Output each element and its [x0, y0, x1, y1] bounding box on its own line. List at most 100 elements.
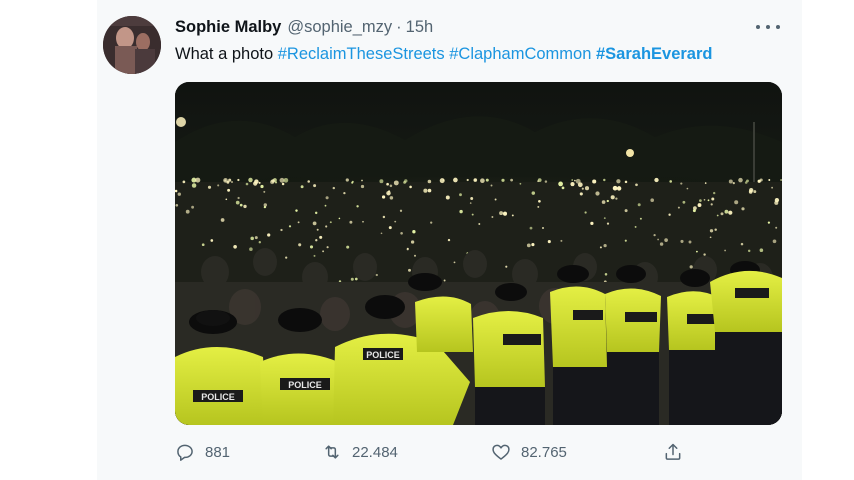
phone-light: [430, 221, 433, 224]
phone-light: [248, 177, 253, 183]
phone-light: [250, 236, 254, 241]
phone-light: [326, 246, 329, 249]
avatar[interactable]: [103, 16, 161, 74]
heart-icon: [492, 444, 510, 460]
phone-light: [748, 190, 753, 194]
phone-light: [759, 248, 764, 253]
phone-light: [220, 218, 225, 222]
tweet-header: Sophie Malby @sophie_mzy · 15h: [175, 18, 433, 40]
phone-light: [714, 228, 717, 231]
phone-light: [592, 179, 597, 184]
police-label-3: POLICE: [366, 350, 400, 360]
phone-light: [558, 181, 563, 187]
phone-light: [682, 200, 686, 204]
phone-light: [260, 184, 264, 189]
phone-light: [771, 186, 773, 189]
phone-light: [313, 254, 316, 257]
phone-light: [403, 181, 406, 184]
phone-light: [657, 238, 659, 241]
phone-light: [360, 184, 365, 189]
phone-light: [267, 233, 271, 237]
phone-light: [471, 213, 474, 216]
phone-light: [728, 210, 733, 215]
phone-light: [201, 243, 205, 247]
phone-light: [531, 243, 535, 247]
avatar-image: [103, 16, 161, 74]
phone-light: [237, 196, 240, 200]
phone-light: [616, 186, 622, 191]
phone-light: [447, 238, 451, 242]
phone-light: [427, 179, 432, 184]
phone-light: [711, 197, 715, 201]
phone-light: [322, 250, 325, 253]
phone-light: [490, 184, 493, 187]
like-button[interactable]: 82.765: [491, 440, 567, 464]
phone-light: [494, 198, 497, 201]
phone-light: [195, 177, 201, 183]
separator-dot: ·: [396, 18, 402, 36]
phone-light: [734, 200, 739, 205]
phone-light: [603, 243, 607, 248]
phone-light: [319, 235, 323, 239]
phone-light: [314, 211, 318, 215]
phone-light: [574, 179, 576, 182]
phone-light: [325, 225, 328, 228]
phone-light: [249, 247, 253, 251]
reply-button[interactable]: 881: [175, 440, 230, 464]
phone-light: [345, 178, 349, 182]
phone-light: [349, 220, 353, 224]
phone-light: [747, 249, 751, 253]
phone-light: [274, 181, 278, 184]
phone-light: [389, 184, 393, 188]
phone-light: [599, 246, 602, 249]
phone-light: [519, 182, 522, 185]
phone-light: [307, 180, 310, 183]
phone-light: [281, 182, 285, 186]
phone-light: [485, 178, 489, 182]
phone-light: [270, 179, 275, 185]
share-button[interactable]: [663, 440, 683, 464]
phone-light: [768, 179, 771, 181]
phone-light: [603, 178, 606, 182]
phone-light: [324, 204, 327, 207]
phone-light: [346, 245, 350, 249]
hashtag-claphamcommon[interactable]: #ClaphamCommon: [449, 45, 591, 63]
phone-light: [654, 177, 659, 183]
phone-light: [459, 209, 463, 214]
phone-light: [280, 228, 283, 232]
phone-light: [653, 233, 656, 237]
author-name[interactable]: Sophie Malby: [175, 18, 281, 37]
phone-light: [386, 190, 391, 196]
phone-light: [427, 188, 432, 193]
phone-light: [231, 181, 233, 183]
author-handle[interactable]: @sophie_mzy: [287, 18, 392, 37]
phone-light: [561, 186, 565, 190]
phone-light: [298, 243, 302, 247]
phone-light: [680, 239, 684, 243]
phone-light: [356, 205, 359, 208]
phone-light: [590, 221, 594, 226]
hashtag-reclaimthesestreets[interactable]: #ReclaimTheseStreets: [278, 45, 445, 63]
phone-light: [409, 185, 412, 189]
phone-light: [502, 211, 508, 216]
phone-light: [704, 182, 707, 184]
phone-light: [624, 239, 627, 242]
phone-light: [351, 181, 354, 184]
phone-light: [312, 221, 317, 226]
phone-light: [393, 180, 399, 186]
phone-light: [410, 240, 415, 244]
hashtag-sarah-everard[interactable]: #SarahEverard: [596, 45, 713, 63]
phone-light: [295, 209, 298, 212]
phone-light: [453, 177, 458, 183]
phone-light: [606, 199, 609, 203]
phone-light: [182, 180, 186, 184]
retweet-button[interactable]: 22.484: [322, 440, 398, 464]
phone-light: [720, 212, 724, 216]
tweet-card[interactable]: Sophie Malby @sophie_mzy · 15h What a ph…: [97, 0, 802, 480]
tweet-text-plain: What a photo: [175, 45, 278, 63]
tweet-time[interactable]: 15h: [406, 18, 434, 37]
phone-light: [207, 185, 212, 189]
tweet-photo[interactable]: POLICE POLICE POLICE: [175, 82, 782, 425]
phone-light: [185, 209, 190, 214]
more-horizontal-icon[interactable]: [756, 17, 780, 37]
